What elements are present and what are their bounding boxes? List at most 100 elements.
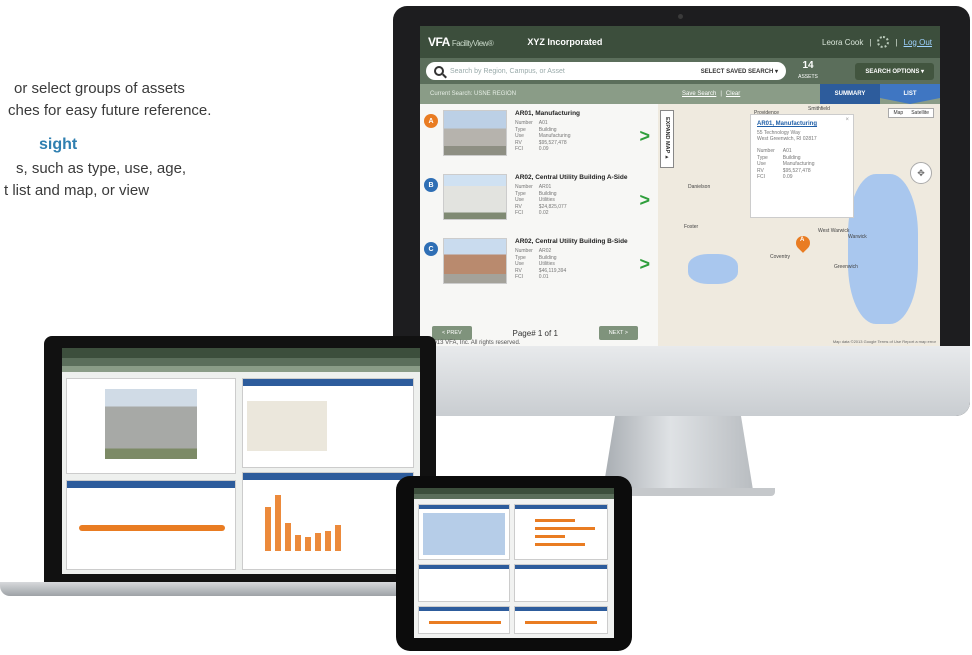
chevron-right-icon[interactable]: > [639, 190, 650, 211]
tablet-panel-header [419, 607, 509, 611]
map-view[interactable]: EXPAND MAP ▸ Map Satellite Providence Sm… [658, 104, 940, 346]
search-icon [434, 66, 444, 76]
laptop-panel-header [243, 379, 413, 386]
user-area: Leora Cook | | Log Out [822, 36, 932, 48]
save-search-link[interactable]: Save Search [682, 91, 716, 97]
view-tabs: SUMMARY LIST [820, 84, 940, 104]
laptop-info-panel [242, 378, 414, 468]
town-label: Greenwich [834, 264, 858, 270]
tab-list[interactable]: LIST [880, 84, 940, 104]
chevron-right-icon[interactable]: > [639, 126, 650, 147]
popup-title[interactable]: AR01, Manufacturing [757, 121, 847, 127]
map-type-toggle[interactable]: Map Satellite [888, 108, 934, 118]
search-row: Search by Region, Campus, or Asset SELEC… [420, 58, 940, 84]
pan-control-icon[interactable]: ✥ [910, 162, 932, 184]
tablet-chart-panel [514, 504, 608, 560]
laptop-cost-bar [79, 525, 225, 531]
laptop-panel-header [67, 481, 235, 488]
copy-line-2: ches for easy future reference. [8, 102, 212, 119]
tablet-panel-header [515, 607, 607, 611]
laptop-bar [265, 507, 271, 551]
tablet-bar [535, 535, 565, 538]
copy-line-1: or select groups of assets [14, 80, 185, 97]
town-label: Coventry [770, 254, 791, 260]
tablet-bar [535, 527, 595, 530]
imac-chin [393, 346, 970, 416]
tablet-search-row [414, 494, 614, 499]
map-credit: Map data ©2013 Google Terms of Use Repor… [832, 339, 936, 344]
tab-summary[interactable]: SUMMARY [820, 84, 880, 104]
town-label: Foster [684, 224, 699, 230]
asset-photo [443, 110, 507, 156]
top-bar: VFA FacilityView® XYZ Incorporated Leora … [420, 26, 940, 58]
tablet-bottom-panel [514, 606, 608, 634]
gear-icon[interactable] [877, 36, 890, 48]
asset-list: A AR01, Manufacturing Number A01 Type Buil… [420, 104, 658, 346]
asset-fields: Number AR02 Type Building Use Utilities RV $… [515, 248, 567, 280]
current-search-bar: Current Search: USNE REGION Save Search … [420, 84, 940, 104]
map-type-map[interactable]: Map [889, 109, 907, 117]
marker-a: A [424, 114, 438, 128]
laptop-screen [62, 348, 420, 574]
town-label: Warwick [848, 234, 867, 240]
copyright: © 2013 VFA, Inc. All rights reserved. [424, 340, 521, 346]
map-pin-label: A [800, 237, 805, 243]
user-name: Leora Cook [822, 37, 864, 47]
company-name: XYZ Incorporated [527, 37, 603, 47]
main-content: A AR01, Manufacturing Number A01 Type Buil… [420, 104, 940, 346]
tablet-bar [535, 519, 575, 522]
asset-photo [443, 238, 507, 284]
list-item[interactable]: B AR02, Central Utility Building A-Side … [420, 168, 658, 232]
prev-button[interactable]: < PREV [432, 326, 472, 340]
search-options-button[interactable]: SEARCH OPTIONS ▾ [855, 62, 934, 80]
asset-title[interactable]: AR01, Manufacturing [515, 110, 654, 118]
tablet-map [423, 513, 505, 555]
imac-camera [678, 14, 683, 19]
laptop-building-photo [105, 389, 197, 459]
saved-search-dropdown[interactable]: SELECT SAVED SEARCH ▾ [701, 68, 778, 75]
list-item[interactable]: C AR02, Central Utility Building B-Side … [420, 232, 658, 296]
laptop-mini-map [247, 401, 327, 451]
bay-water [848, 174, 918, 324]
search-input[interactable]: Search by Region, Campus, or Asset SELEC… [426, 62, 786, 80]
tablet-bar [535, 543, 585, 546]
asset-photo [443, 174, 507, 220]
marker-b: B [424, 178, 438, 192]
chevron-right-icon[interactable]: > [639, 254, 650, 275]
list-item[interactable]: A AR01, Manufacturing Number A01 Type Buil… [420, 104, 658, 168]
marketing-copy: or select groups of assets ches for easy… [0, 78, 300, 202]
laptop-photo-panel [66, 378, 236, 474]
expand-map-button[interactable]: EXPAND MAP ▸ [660, 110, 674, 168]
asset-title[interactable]: AR02, Central Utility Building A-Side [515, 174, 654, 182]
close-icon[interactable]: × [845, 117, 849, 123]
laptop-search-row [62, 358, 420, 366]
laptop-trend-panel [242, 472, 414, 570]
asset-fields: Number AR01 Type Building Use Utilities RV $… [515, 184, 567, 216]
laptop-bar [315, 533, 321, 551]
map-type-satellite[interactable]: Satellite [907, 109, 933, 117]
clear-link[interactable]: Clear [726, 91, 740, 97]
popup-address-2: West Greenwich, RI 02817 [757, 136, 817, 142]
copy-heading: sight [39, 136, 78, 153]
town-label: Smithfield [808, 106, 830, 112]
logout-link[interactable]: Log Out [904, 38, 932, 47]
search-placeholder: Search by Region, Campus, or Asset [450, 67, 565, 75]
town-label: West Warwick [818, 228, 850, 234]
tablet-bottom-panel [418, 606, 510, 634]
tablet-panel-header [515, 505, 607, 509]
lake [688, 254, 738, 284]
laptop-bar [305, 537, 311, 551]
tablet-map-panel [418, 504, 510, 560]
laptop-bar [285, 523, 291, 551]
laptop-bar [295, 535, 301, 551]
laptop-bar [275, 495, 281, 551]
copy-line-3: s, such as type, use, age, [16, 160, 187, 177]
laptop-top-bar [62, 348, 420, 358]
tablet-cost-panel [514, 564, 608, 602]
next-button[interactable]: NEXT > [598, 326, 638, 340]
imac-screen: VFA FacilityView® XYZ Incorporated Leora … [420, 26, 940, 346]
asset-fields: Number A01 Type Building Use Manufacturing … [515, 120, 571, 152]
laptop-cost-panel [66, 480, 236, 570]
tablet-panel-header [419, 565, 509, 569]
asset-title[interactable]: AR02, Central Utility Building B-Side [515, 238, 654, 246]
